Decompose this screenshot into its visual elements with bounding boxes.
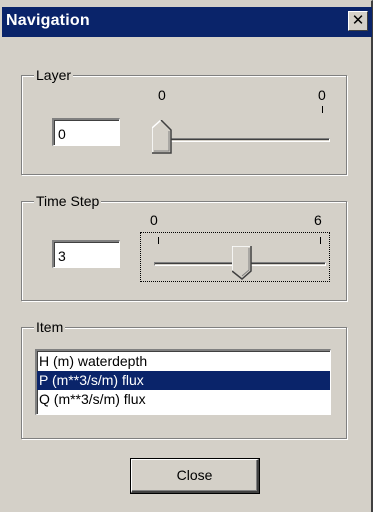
close-button[interactable]: Close (131, 459, 259, 493)
time-step-input[interactable] (52, 240, 120, 268)
time-step-group: Time Step 0 6 (21, 192, 347, 301)
layer-min-label: 0 (158, 87, 166, 103)
layer-max-label: 0 (318, 87, 326, 103)
layer-group: Layer 0 0 (21, 66, 347, 175)
list-item[interactable]: H (m) waterdepth (37, 352, 330, 371)
window-title: Navigation (6, 12, 90, 29)
list-item[interactable]: Q (m**3/s/m) flux (37, 390, 330, 409)
list-item[interactable]: P (m**3/s/m) flux (37, 371, 330, 390)
navigation-window: Navigation ✕ Layer 0 0 Time Step 0 6 (0, 0, 373, 512)
item-group-label: Item (34, 318, 66, 336)
time-step-max-label: 6 (314, 212, 322, 228)
close-icon[interactable]: ✕ (348, 11, 368, 31)
time-step-group-label: Time Step (34, 192, 102, 210)
layer-slider-thumb[interactable] (152, 120, 172, 154)
time-step-min-label: 0 (150, 212, 158, 228)
time-step-tick-min (158, 237, 159, 244)
title-bar[interactable]: Navigation ✕ (2, 7, 372, 37)
item-group: Item H (m) waterdepth P (m**3/s/m) flux … (21, 318, 347, 439)
layer-input[interactable] (52, 118, 120, 146)
time-step-tick-max (320, 237, 321, 244)
layer-slider-track[interactable] (158, 138, 330, 142)
layer-group-label: Layer (34, 66, 74, 84)
item-listbox[interactable]: H (m) waterdepth P (m**3/s/m) flux Q (m*… (35, 349, 331, 415)
time-step-slider-thumb[interactable] (232, 246, 252, 280)
layer-tick-max (322, 106, 323, 113)
